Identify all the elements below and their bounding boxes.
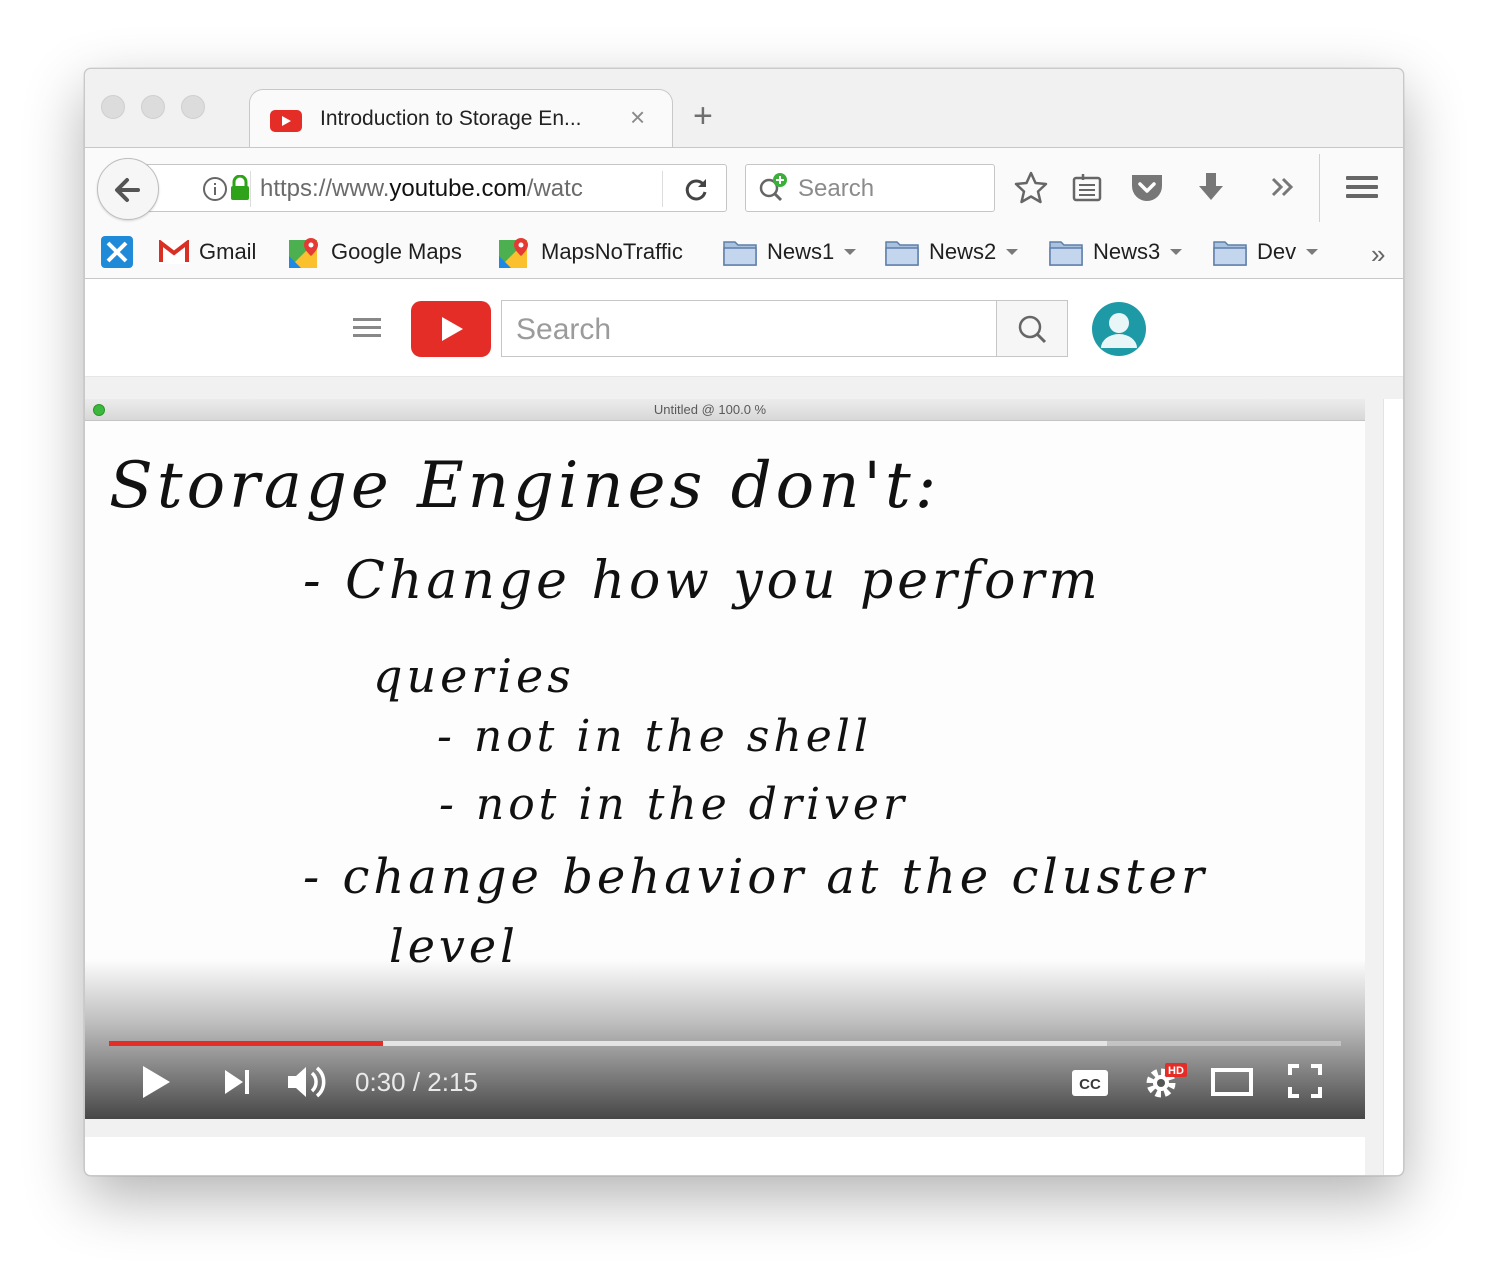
youtube-search-input[interactable]: Search [501, 300, 997, 357]
youtube-search-placeholder: Search [516, 313, 612, 346]
bookmark-star-icon[interactable] [1013, 170, 1049, 211]
bookmark-folder-news2[interactable]: News2 [885, 235, 1019, 269]
bookmark-mapsnotraffic[interactable]: MapsNoTraffic [499, 235, 683, 269]
chevron-down-icon [1306, 249, 1319, 255]
browser-search-bar[interactable]: Search [745, 164, 995, 212]
youtube-favicon-icon [270, 110, 302, 137]
handwriting-line: - change behavior at the cluster [303, 849, 1208, 905]
progress-bar[interactable] [109, 1041, 1341, 1046]
fullscreen-icon[interactable] [1287, 1063, 1323, 1104]
chevron-down-icon [1006, 249, 1019, 255]
hd-badge: HD [1168, 1065, 1184, 1077]
browser-search-placeholder: Search [798, 175, 875, 202]
bookmarks-overflow-icon[interactable]: » [1371, 239, 1385, 270]
youtube-masthead: Search [85, 279, 1403, 377]
page-content: Search Untitled @ 100.0 % Storage Engine… [85, 279, 1403, 1175]
bookmark-folder-dev[interactable]: Dev [1213, 235, 1319, 269]
url-divider [662, 171, 663, 207]
bookmark-folder-news1[interactable]: News1 [723, 235, 857, 269]
guide-menu-icon[interactable] [353, 317, 381, 344]
back-button[interactable] [97, 158, 159, 220]
info-icon[interactable] [202, 176, 228, 207]
search-icon [1018, 315, 1047, 344]
below-player-area [85, 1137, 1365, 1175]
tab-close-icon[interactable]: × [630, 102, 645, 133]
bookmarks-bar: Gmail Google Maps MapsNoTraffic News1 Ne… [85, 227, 1403, 279]
zoom-window-button[interactable] [181, 95, 205, 119]
handwriting-line: Storage Engines don't: [109, 449, 941, 523]
chevron-down-icon [844, 249, 857, 255]
captions-icon[interactable]: CC [1071, 1069, 1109, 1102]
tab-active[interactable]: Introduction to Storage En... × [249, 89, 673, 148]
time-display: 0:30 / 2:15 [355, 1067, 478, 1097]
youtube-search-button[interactable] [996, 300, 1068, 357]
folder-icon [1049, 241, 1083, 266]
bookmark-folder-news3[interactable]: News3 [1049, 235, 1183, 269]
back-arrow-icon [115, 178, 140, 202]
handwriting-line: - not in the shell [437, 711, 872, 762]
pocket-icon[interactable] [1129, 172, 1165, 209]
video-player[interactable]: Untitled @ 100.0 % Storage Engines don't… [85, 399, 1365, 1119]
handwriting-line: queries [373, 649, 575, 703]
folder-icon [1213, 241, 1247, 266]
maps-icon [289, 238, 318, 268]
reload-icon[interactable] [682, 175, 710, 208]
theater-mode-icon[interactable] [1211, 1067, 1253, 1102]
tab-title: Introduction to Storage En... [320, 107, 582, 130]
toolbar-separator [1319, 154, 1320, 222]
sidebar-scroll-region [1383, 399, 1403, 1175]
account-avatar-icon[interactable] [1091, 301, 1147, 362]
folder-icon [723, 241, 757, 266]
overflow-chevron-icon[interactable] [1269, 174, 1297, 205]
progress-played [109, 1041, 383, 1046]
settings-gear-icon[interactable]: HD [1143, 1061, 1189, 1106]
svg-text:CC: CC [1079, 1076, 1101, 1093]
next-icon[interactable] [223, 1067, 253, 1102]
inner-window-titlebar: Untitled @ 100.0 % [85, 399, 1365, 421]
url-bar[interactable]: https://www.youtube.com/watc [141, 164, 727, 212]
hamburger-menu-icon[interactable] [1345, 172, 1379, 207]
tab-strip: Introduction to Storage En... × + [85, 69, 1403, 148]
url-divider [250, 171, 251, 207]
download-icon[interactable] [1195, 170, 1227, 209]
play-icon[interactable] [139, 1063, 173, 1106]
reading-list-icon[interactable] [1071, 172, 1103, 209]
close-window-button[interactable] [101, 95, 125, 119]
bookmark-app-icon[interactable] [101, 235, 143, 269]
url-text[interactable]: https://www.youtube.com/watc [260, 175, 610, 203]
handwriting-line: - Change how you perform [303, 551, 1102, 611]
youtube-logo-icon[interactable] [411, 301, 491, 362]
inner-window-title: Untitled @ 100.0 % [653, 402, 767, 417]
chevron-down-icon [1170, 249, 1183, 255]
lock-icon[interactable] [230, 174, 250, 206]
new-tab-button[interactable]: + [693, 99, 713, 133]
bookmark-gmail[interactable]: Gmail [159, 235, 256, 269]
navigation-bar: https://www.youtube.com/watc Search [85, 147, 1403, 227]
search-engine-icon[interactable] [756, 171, 792, 210]
gmail-icon [159, 240, 189, 264]
minimize-window-button[interactable] [141, 95, 165, 119]
maps-icon [499, 238, 528, 268]
browser-window: Introduction to Storage En... × + https:… [84, 68, 1404, 1176]
handwriting-line: - not in the driver [439, 779, 908, 830]
bookmark-google-maps[interactable]: Google Maps [289, 235, 462, 269]
volume-icon[interactable] [285, 1063, 329, 1106]
folder-icon [885, 241, 919, 266]
